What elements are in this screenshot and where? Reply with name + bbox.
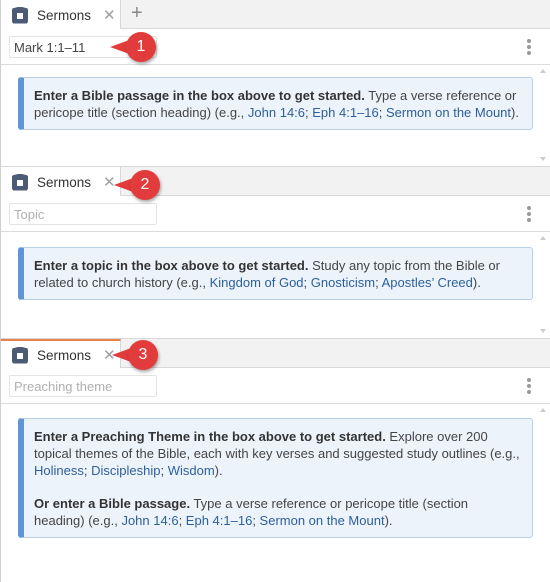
callout-number: 3 [128,340,158,370]
panel-content: Enter a Bible passage in the box above t… [1,65,550,165]
info-text: Enter a Preaching Theme in the box above… [34,428,522,479]
tab-sermons[interactable]: Sermons ✕ [1,339,121,369]
callout-number: 1 [126,32,156,62]
example-link[interactable]: Apostles’ Creed [382,275,473,290]
scroll-down-icon[interactable] [540,157,546,161]
info-heading: Enter a Preaching Theme in the box above… [34,429,386,444]
tab-label: Sermons [37,7,92,23]
info-box: Enter a Preaching Theme in the box above… [18,418,533,538]
more-options-icon[interactable] [526,206,532,222]
sermons-panel-passage: Sermons ✕ + Enter a Bible passage in the… [0,0,550,166]
tab-sermons[interactable]: Sermons ✕ [1,0,121,30]
example-link[interactable]: Kingdom of God [210,275,304,290]
callout-badge: 3 [112,340,158,370]
info-end: ). [214,463,223,478]
info-heading: Enter a Bible passage in the box above t… [34,88,365,103]
example-link[interactable]: Eph 4:1–16 [312,105,379,120]
separator: ; [83,463,92,478]
topic-input[interactable] [9,203,157,225]
tab-bar: Sermons ✕ + [1,0,550,30]
tab-label: Sermons [37,347,92,363]
info-box: Enter a Bible passage in the box above t… [18,77,533,130]
example-link[interactable]: Sermon on the Mount [386,105,511,120]
info-text: Enter a topic in the box above to get st… [34,257,522,291]
info-text: Enter a Bible passage in the box above t… [34,87,522,121]
example-link[interactable]: Wisdom [168,463,215,478]
tab-bar: Sermons ✕ [1,167,550,197]
more-options-icon[interactable] [526,39,532,55]
example-link[interactable]: John 14:6 [248,105,305,120]
sermons-icon [12,6,28,24]
callout-badge: 1 [110,32,156,62]
separator: ; [303,275,311,290]
panel-content: Enter a topic in the box above to get st… [1,232,550,337]
scrollbar[interactable] [538,65,550,165]
sermons-panel-topic: Sermons ✕ Enter a topic in the box above… [0,166,550,338]
tab-bar: Sermons ✕ [1,339,550,369]
separator: ; [378,105,386,120]
callout-number: 2 [130,170,160,200]
input-row [1,29,550,65]
scroll-down-icon[interactable] [540,329,546,333]
input-row [1,196,550,232]
add-tab-button[interactable]: + [131,2,143,25]
tab-sermons[interactable]: Sermons ✕ [1,167,121,197]
close-icon[interactable]: ✕ [103,8,116,23]
info-heading: Or enter a Bible passage. [34,496,191,511]
separator: ; [178,513,186,528]
sermons-icon [12,173,28,191]
example-link[interactable]: Gnosticism [311,275,375,290]
example-link[interactable]: Sermon on the Mount [260,513,385,528]
info-box: Enter a topic in the box above to get st… [18,247,533,300]
info-text-passage: Or enter a Bible passage. Type a verse r… [34,495,522,529]
preaching-theme-input[interactable] [9,375,157,397]
info-heading: Enter a topic in the box above to get st… [34,258,309,273]
scrollbar[interactable] [538,232,550,337]
sermons-panel-theme: Sermons ✕ Enter a Preaching Theme in the… [0,338,550,582]
example-link[interactable]: Eph 4:1–16 [186,513,253,528]
scroll-up-icon[interactable] [540,236,546,240]
tab-label: Sermons [37,174,92,190]
input-row [1,368,550,404]
scroll-up-icon[interactable] [540,69,546,73]
example-link[interactable]: John 14:6 [121,513,178,528]
sermons-icon [12,346,28,364]
more-options-icon[interactable] [526,378,532,394]
info-end: ). [511,105,519,120]
panel-content: Enter a Preaching Theme in the box above… [1,404,550,582]
separator: ; [252,513,260,528]
separator: ; [160,463,168,478]
info-end: ). [384,513,393,528]
example-link[interactable]: Discipleship [91,463,160,478]
example-link[interactable]: Holiness [34,463,84,478]
callout-badge: 2 [114,170,160,200]
info-end: ). [472,275,481,290]
scroll-up-icon[interactable] [540,408,546,412]
scrollbar[interactable] [538,404,550,582]
